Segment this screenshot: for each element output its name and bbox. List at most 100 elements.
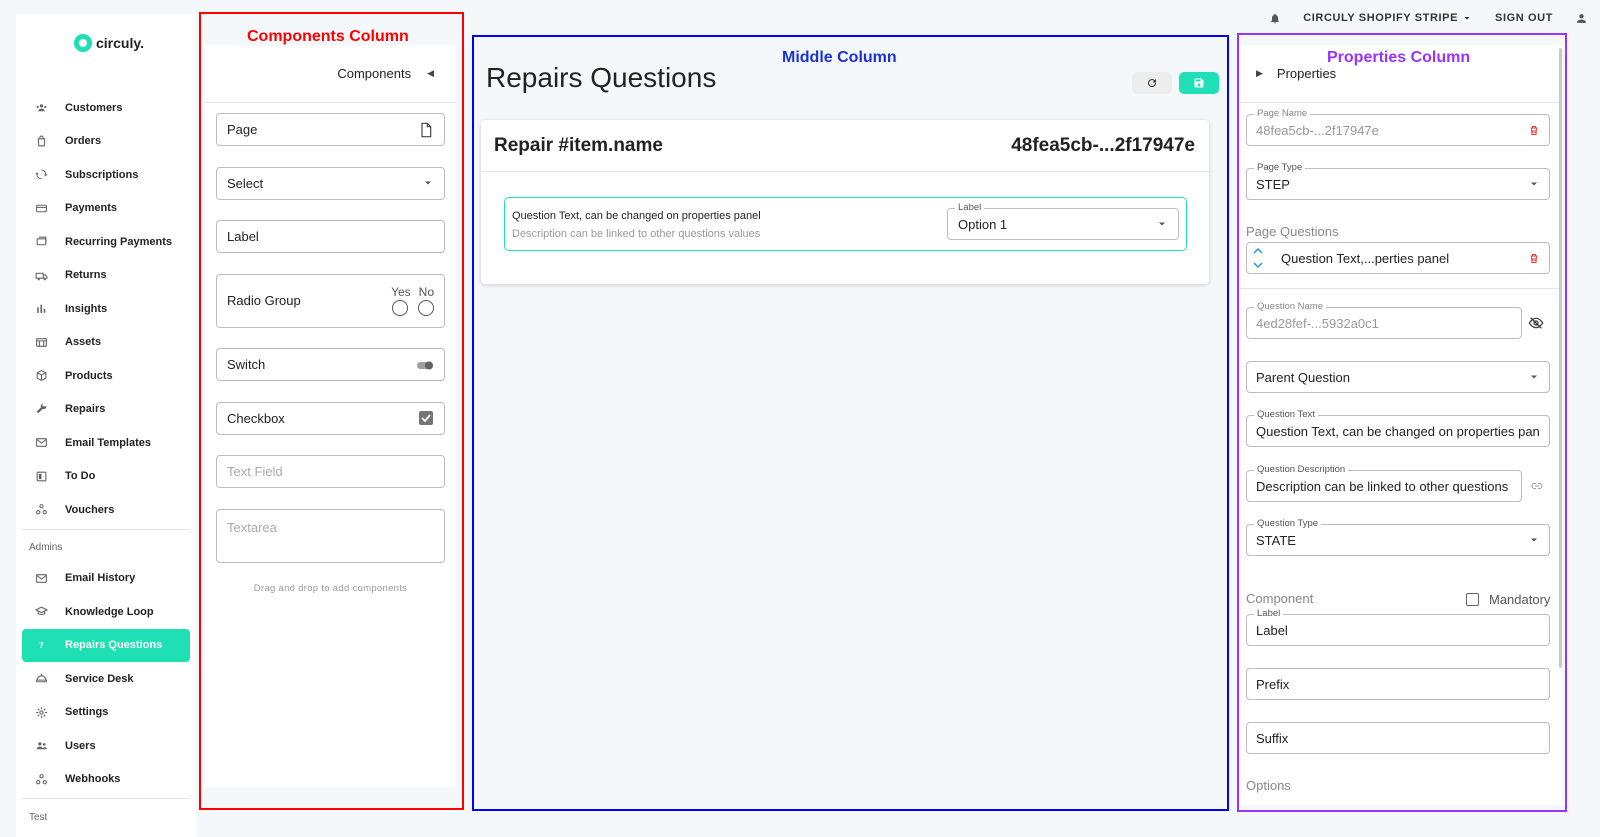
- delete-icon[interactable]: [1528, 252, 1540, 265]
- question-text: Question Text, can be changed on propert…: [512, 210, 761, 222]
- user-icon: [1577, 13, 1586, 23]
- account-menu[interactable]: CIRCULY SHOPIFY STRIPE: [1303, 12, 1473, 24]
- suffix-field[interactable]: Suffix: [1246, 722, 1550, 754]
- sidebar-item-knowledge-loop[interactable]: Knowledge Loop: [22, 595, 190, 629]
- delete-icon[interactable]: [1528, 124, 1540, 137]
- mandatory-checkbox[interactable]: Mandatory: [1466, 592, 1550, 607]
- checkbox-icon: [1466, 593, 1479, 606]
- sidebar-item-to-do[interactable]: To Do: [22, 460, 190, 494]
- sidebar-item-returns[interactable]: Returns: [22, 259, 190, 293]
- sidebar-divider: [22, 528, 190, 530]
- service-desk-icon: [34, 672, 48, 686]
- recurring-payments-icon: [34, 235, 48, 249]
- sidebar-item-insights[interactable]: Insights: [22, 292, 190, 326]
- question-icon: ?: [34, 638, 48, 652]
- prefix-field[interactable]: Prefix: [1246, 668, 1550, 700]
- component-switch[interactable]: Switch: [216, 348, 445, 381]
- sidebar-item-payments[interactable]: Payments: [22, 192, 190, 226]
- component-label: Component: [1246, 591, 1314, 606]
- sidebar-item-label: Payments: [65, 202, 117, 215]
- component-textarea[interactable]: Textarea: [216, 508, 445, 563]
- sidebar-item-label: Products: [65, 369, 113, 382]
- link-icon[interactable]: [1527, 476, 1547, 496]
- components-panel: Components ◀ Page Select Label Radio Gro…: [205, 45, 456, 787]
- sidebar-item-subscriptions[interactable]: Subscriptions: [22, 158, 190, 192]
- component-label-field[interactable]: Label Label: [1246, 608, 1550, 646]
- subscriptions-icon: [34, 168, 48, 182]
- question-description-field[interactable]: Question Description Description can be …: [1246, 464, 1522, 502]
- page-name-field[interactable]: Page Name 48fea5cb-...2f17947e: [1246, 108, 1550, 146]
- question-type-select[interactable]: Question Type STATE: [1246, 518, 1550, 556]
- component-radio-group[interactable]: Radio Group Yes No: [216, 273, 445, 328]
- sidebar-item-label: Recurring Payments: [65, 235, 172, 248]
- save-icon: [1194, 78, 1204, 88]
- sidebar-item-label: Users: [65, 739, 96, 752]
- profile-button[interactable]: [1575, 12, 1588, 25]
- radio-preview: Yes No: [391, 285, 434, 316]
- sidebar: circuly. Customers Orders Subscriptions Pay…: [16, 14, 196, 837]
- sidebar-item-service-desk[interactable]: Service Desk: [22, 662, 190, 696]
- reorder-arrows-icon[interactable]: [1251, 245, 1265, 271]
- collapse-right-icon[interactable]: ▶: [1256, 68, 1263, 79]
- sidebar-item-label: Subscriptions: [65, 168, 139, 181]
- assets-icon: [34, 335, 48, 349]
- sign-out-button[interactable]: SIGN OUT: [1495, 12, 1553, 24]
- sidebar-item-customers[interactable]: Customers: [22, 91, 190, 125]
- sidebar-item-email-history[interactable]: Email History: [22, 562, 190, 596]
- component-select[interactable]: Select: [216, 166, 445, 200]
- brand-logo[interactable]: circuly.: [74, 34, 144, 52]
- todo-icon: [34, 469, 48, 483]
- question-select[interactable]: Label Option 1: [947, 202, 1179, 240]
- sidebar-item-label: Repairs Questions: [65, 639, 163, 652]
- page-question-item[interactable]: Question Text,...perties panel: [1246, 242, 1550, 274]
- components-header[interactable]: Components ◀: [205, 45, 456, 103]
- options-label: Options: [1246, 778, 1291, 793]
- page-questions-label: Page Questions: [1246, 224, 1339, 239]
- sidebar-item-settings[interactable]: Settings: [22, 696, 190, 730]
- components-column-title: Components Column: [247, 28, 409, 45]
- question-item[interactable]: Question Text, can be changed on propert…: [504, 197, 1187, 251]
- customers-icon: [34, 101, 48, 115]
- card-title: Repair #item.name: [494, 134, 663, 156]
- page-type-select[interactable]: Page Type STEP: [1246, 162, 1550, 200]
- question-card: Repair #item.name 48fea5cb-...2f17947e Q…: [481, 120, 1209, 284]
- chevron-down-icon: [425, 181, 431, 185]
- toggle-icon: [417, 361, 433, 369]
- sidebar-item-products[interactable]: Products: [22, 359, 190, 393]
- collapse-left-icon[interactable]: ◀: [427, 68, 434, 79]
- sidebar-item-label: Vouchers: [65, 503, 115, 516]
- sidebar-item-users[interactable]: Users: [22, 729, 190, 763]
- component-text-field[interactable]: Text Field: [216, 455, 445, 488]
- properties-scrollbar[interactable]: [1559, 48, 1562, 668]
- radio-icon: [391, 300, 408, 316]
- notifications-button[interactable]: [1269, 12, 1281, 25]
- chevron-down-icon: [1159, 222, 1165, 226]
- question-text-field[interactable]: Question Text Question Text, can be chan…: [1246, 409, 1550, 447]
- sidebar-item-label: Knowledge Loop: [65, 605, 154, 618]
- sidebar-item-assets[interactable]: Assets: [22, 326, 190, 360]
- sidebar-item-label: Email Templates: [65, 436, 151, 449]
- question-name-field[interactable]: Question Name 4ed28fef-...5932a0c1: [1246, 301, 1522, 339]
- sidebar-item-vouchers[interactable]: Vouchers: [22, 493, 190, 527]
- save-button[interactable]: [1179, 72, 1219, 94]
- logo-icon: [74, 34, 92, 52]
- refresh-button[interactable]: [1132, 72, 1172, 94]
- component-page[interactable]: Page: [216, 113, 445, 146]
- sidebar-item-repairs[interactable]: Repairs: [22, 393, 190, 427]
- sidebar-item-webhooks[interactable]: Webhooks: [22, 763, 190, 797]
- sidebar-item-orders[interactable]: Orders: [22, 125, 190, 159]
- sidebar-item-recurring-payments[interactable]: Recurring Payments: [22, 225, 190, 259]
- parent-question-select[interactable]: Parent Question: [1246, 361, 1550, 393]
- bell-icon: [1271, 13, 1280, 23]
- component-checkbox[interactable]: Checkbox: [216, 401, 445, 435]
- component-label[interactable]: Label: [216, 220, 445, 253]
- card-id: 48fea5cb-...2f17947e: [1011, 134, 1195, 156]
- sidebar-item-repairs-questions[interactable]: ? Repairs Questions: [22, 628, 190, 662]
- checkbox-checked-icon: [419, 411, 433, 425]
- mail-icon: [34, 571, 48, 585]
- chevron-down-icon: [1531, 182, 1537, 186]
- sidebar-item-label: Webhooks: [65, 773, 121, 786]
- visibility-off-icon[interactable]: [1526, 313, 1546, 333]
- sidebar-item-email-templates[interactable]: Email Templates: [22, 426, 190, 460]
- gear-icon: [34, 705, 48, 719]
